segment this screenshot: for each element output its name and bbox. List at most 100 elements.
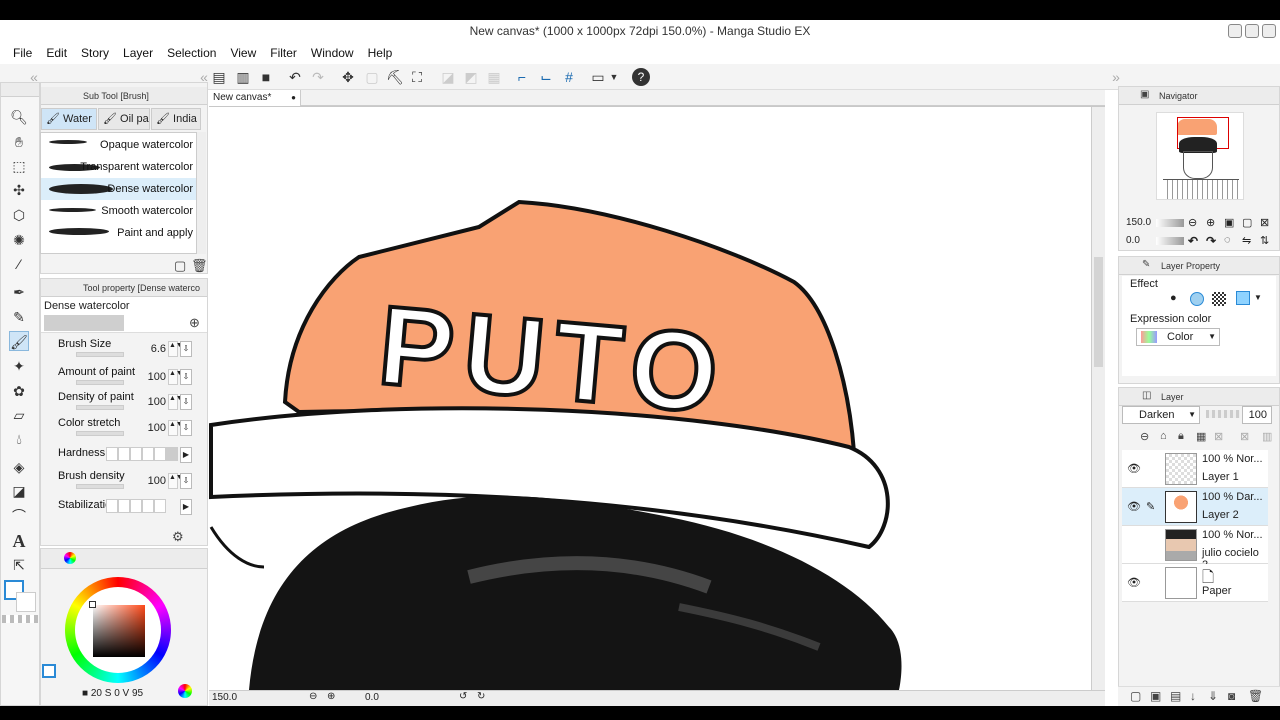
eraser-icon[interactable]: ▱ [9,405,29,425]
prop-slider[interactable] [76,380,124,385]
clear-icon[interactable]: ▢ [364,69,380,85]
prop-expand-button[interactable]: ⇩ [180,341,192,357]
brush-item[interactable]: Opaque watercolor [41,134,196,156]
transparent-color-swatch[interactable] [2,615,38,623]
delete-layer-icon[interactable]: 🗑︎ [1248,689,1263,703]
snap-grid-icon[interactable]: # [561,69,577,85]
opacity-input[interactable]: 100 [1242,406,1272,424]
prop-segment[interactable] [130,447,142,461]
menu-edit[interactable]: Edit [39,46,74,60]
rotate-left-icon[interactable]: ↶ [1188,234,1198,248]
current-color-swatch[interactable] [42,664,56,678]
layer-row[interactable]: 👁︎ 100 % Nor... Layer 1 [1122,450,1268,488]
prop-segment[interactable] [166,447,178,461]
prop-slider[interactable] [76,352,124,357]
lasso-tool-icon[interactable]: ⬡ [9,205,29,225]
text-tool-icon[interactable]: A [9,531,29,551]
actual-size-icon[interactable]: ▢ [1242,216,1252,229]
color-wheel-tab-icon[interactable] [64,552,76,564]
spin-buttons[interactable]: ▲▼ [168,394,183,410]
prop-segment[interactable] [154,499,166,513]
menu-filter[interactable]: Filter [263,46,304,60]
blend-mode-select[interactable]: Darken ▼ [1122,406,1200,424]
brush-item[interactable]: Paint and apply [41,222,196,244]
pen-tool-icon[interactable]: ✒︎ [9,282,29,302]
gradient-icon[interactable]: ◪ [9,481,29,501]
transform-icon[interactable]: ✥ [340,69,356,85]
spin-buttons[interactable]: ▲▼ [168,420,183,436]
collapse-right-icon[interactable]: » [1108,69,1124,85]
close-button[interactable] [1262,24,1276,38]
menu-view[interactable]: View [223,46,263,60]
figure-icon[interactable]: ⌒ [9,506,29,526]
chevron-down-icon[interactable]: ▼ [606,69,622,85]
lock-icon[interactable]: 🔒︎ [1178,430,1184,443]
ruler-icon[interactable]: ◪ [440,69,456,85]
menu-layer[interactable]: Layer [116,46,160,60]
chevron-down-icon[interactable]: ▼ [1254,293,1262,302]
layer-row[interactable]: 👁︎ 🗋︎ Paper [1122,564,1268,602]
reset-rotate-icon[interactable]: ◌ [1224,234,1231,246]
layer-row[interactable]: 👁︎ ✎ 100 % Dar... Layer 2 [1122,488,1268,526]
zoom-in-icon[interactable]: ⊕ [1206,216,1215,229]
ruler-link-icon[interactable]: ⊠ [1240,430,1249,443]
mask-icon[interactable]: ⊠ [1214,430,1223,443]
prop-expand-button[interactable]: ⇩ [180,369,192,385]
zoom-out-icon[interactable]: ⊖ [309,691,317,702]
duplicate-icon[interactable]: ▢ [174,258,186,274]
prop-expand-button[interactable]: ⇩ [180,420,192,436]
brush-item[interactable]: Dense watercolor [41,178,196,200]
close-tab-icon[interactable]: ● [291,90,296,106]
new-folder-icon[interactable]: ▤ [1170,689,1181,703]
prop-segment[interactable] [142,499,154,513]
flip-vertical-icon[interactable]: ⇅ [1260,234,1269,247]
spin-buttons[interactable]: ▲▼ [168,369,183,385]
menu-story[interactable]: Story [74,46,116,60]
tab-oil-paint[interactable]: 🖌︎ Oil pa [98,108,150,130]
eye-icon[interactable]: 👁︎ [1127,576,1141,589]
spin-buttons[interactable]: ▲▼ [168,341,183,357]
fill-tool-icon[interactable]: ◈ [9,457,29,477]
snap-ruler-icon[interactable]: ⌐ [514,69,530,85]
new-raster-layer-icon[interactable]: ▢ [1130,689,1141,703]
rotate-right-icon[interactable]: ↻ [477,691,485,702]
prop-segment[interactable] [118,499,130,513]
prop-slider[interactable] [76,405,124,410]
prop-slider[interactable] [76,431,124,436]
new-file-icon[interactable]: ▤ [211,69,227,85]
pattern-effect-icon[interactable] [1212,292,1226,306]
snap-special-icon[interactable]: ⌙ [538,69,554,85]
menu-help[interactable]: Help [361,46,400,60]
menu-selection[interactable]: Selection [160,46,223,60]
eyedropper-icon[interactable]: ⁄ [9,254,29,274]
brush-item[interactable]: Smooth watercolor [41,200,196,222]
layer-row[interactable]: 100 % Nor...julio cocielo 2 [1122,526,1268,571]
rotate-left-icon[interactable]: ↺ [459,691,467,702]
zoom-in-icon[interactable]: ⊕ [327,691,335,702]
fit-icon[interactable]: ▣ [1224,216,1234,229]
settings-menu-icon[interactable]: ▭ [590,69,606,85]
flip-horizontal-icon[interactable]: ⇋ [1242,234,1251,247]
rotate-right-icon[interactable]: ↷ [1206,234,1216,248]
eye-icon[interactable]: 👁︎ [1127,462,1141,475]
prop-value[interactable]: 100 [140,371,166,383]
navigator-preview[interactable] [1156,112,1244,200]
navigator-tab-icon[interactable]: ▣ [1140,89,1149,100]
ruler2-icon[interactable]: ◩ [463,69,479,85]
prop-expand-button[interactable]: ⇩ [180,394,192,410]
eye-icon[interactable]: 👁︎ [1127,500,1141,513]
mask-add-icon[interactable]: ◙ [1228,689,1235,703]
hand-tool-icon[interactable]: ✋︎ [9,132,29,152]
expression-color-select[interactable]: Color ▼ [1136,328,1220,346]
balloon-icon[interactable]: ⇱ [9,555,29,575]
prop-segment[interactable] [106,499,118,513]
artwork-canvas[interactable]: PUTO [209,107,1091,690]
prop-value[interactable]: 100 [140,422,166,434]
minimize-button[interactable] [1228,24,1242,38]
brush-list-scrollbar[interactable] [196,132,206,254]
tab-watercolor[interactable]: 🖌︎ Water [41,108,97,130]
navigator-zoom-value[interactable]: 150.0 [1126,217,1151,228]
rotation-readout[interactable]: 0.0 [365,692,379,703]
help-icon[interactable]: ? [632,68,650,86]
zoom-out-icon[interactable]: ⊖ [1188,216,1197,229]
